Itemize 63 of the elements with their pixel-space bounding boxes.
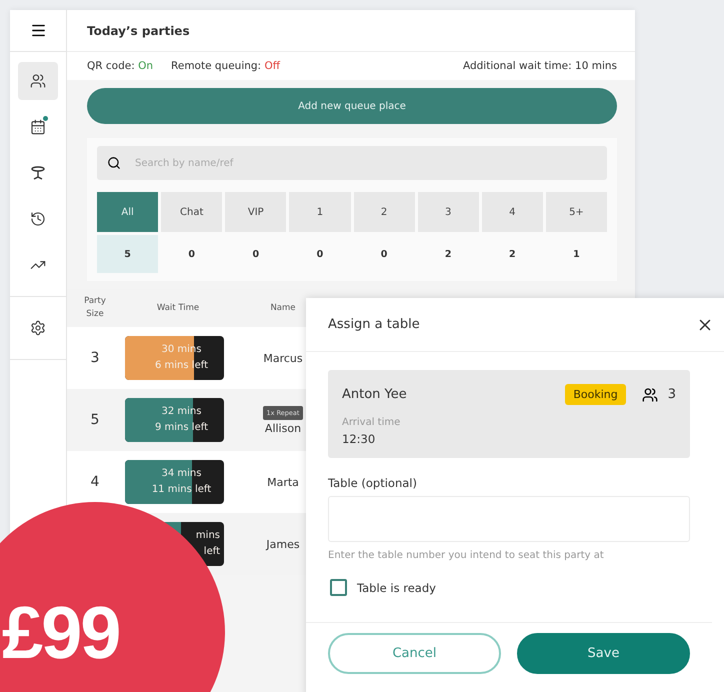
wait-time: 34 mins bbox=[162, 467, 202, 481]
menu-icon[interactable] bbox=[30, 22, 46, 39]
guest-name: James bbox=[266, 538, 300, 550]
filter-count: 0 bbox=[252, 248, 260, 262]
wait-time-value: 10 mins bbox=[575, 60, 617, 72]
table-label: Table (optional) bbox=[328, 476, 418, 490]
notification-dot bbox=[43, 116, 48, 121]
wait-time: 32 mins bbox=[162, 405, 202, 419]
ready-label: Table is ready bbox=[357, 580, 436, 594]
table-hint: Enter the table number you intend to seat this party at bbox=[328, 550, 605, 561]
column-header: Wait Time bbox=[156, 302, 200, 314]
party-size: 4 bbox=[90, 474, 100, 490]
filter-count: 2 bbox=[444, 248, 452, 262]
price-text: £99 bbox=[2, 596, 120, 670]
people-icon bbox=[642, 386, 658, 402]
wait-time-label: Additional wait time: bbox=[462, 60, 572, 72]
time-left: left bbox=[204, 545, 220, 559]
time-left: 11 mins left bbox=[152, 483, 212, 497]
sidebar-item[interactable] bbox=[18, 62, 58, 100]
time-left: 9 mins left bbox=[155, 421, 208, 435]
settings-icon bbox=[30, 320, 46, 336]
guest-name: Allison bbox=[264, 422, 302, 434]
filter-count: 0 bbox=[380, 248, 388, 262]
column-header: Party Size bbox=[83, 295, 107, 321]
qr-code-label: QR code: bbox=[87, 60, 135, 72]
page-title: Today’s parties bbox=[87, 24, 190, 38]
filter-tab[interactable]: Chat bbox=[161, 192, 222, 232]
filter-tab[interactable]: 5+ bbox=[546, 192, 607, 232]
guest-name: Marcus bbox=[263, 352, 303, 364]
filter-count: 0 bbox=[316, 248, 324, 262]
calendar-icon bbox=[30, 119, 46, 135]
search-icon bbox=[107, 156, 121, 170]
save-button[interactable]: Save bbox=[517, 633, 690, 674]
booking-tag: Booking bbox=[565, 384, 626, 405]
qr-code-status: On bbox=[138, 60, 154, 72]
filter-tab[interactable]: 4 bbox=[482, 192, 543, 232]
guest-name: Anton Yee bbox=[342, 387, 408, 402]
people-icon bbox=[30, 73, 46, 89]
arrival-time: 12:30 bbox=[342, 432, 376, 446]
history-icon bbox=[30, 211, 46, 227]
filter-tab[interactable]: VIP bbox=[225, 192, 286, 232]
search-field[interactable]: Search by name/ref bbox=[97, 146, 607, 180]
remote-queuing-status: Off bbox=[264, 60, 280, 72]
filter-tab[interactable]: 2 bbox=[354, 192, 415, 232]
dialog-title: Assign a table bbox=[328, 317, 420, 332]
filter-count: 0 bbox=[187, 248, 196, 262]
filter-count: 5 bbox=[97, 235, 158, 273]
ready-checkbox[interactable] bbox=[330, 579, 347, 596]
wait-time: mins bbox=[196, 529, 220, 543]
filter-count: 2 bbox=[508, 248, 517, 262]
column-header: Name bbox=[269, 302, 297, 314]
table-icon bbox=[30, 165, 46, 181]
party-size: 3 bbox=[90, 350, 100, 366]
filter-tab[interactable]: 1 bbox=[289, 192, 350, 232]
add-queue-button[interactable]: Add new queue place bbox=[87, 88, 617, 124]
arrival-label: Arrival time bbox=[342, 417, 402, 428]
filter-count: 1 bbox=[572, 248, 581, 262]
party-size: 5 bbox=[90, 412, 100, 428]
filter-tab[interactable]: All bbox=[97, 192, 158, 232]
guest-name: Marta bbox=[267, 476, 299, 488]
filter-tab[interactable]: 3 bbox=[418, 192, 479, 232]
party-size: 3 bbox=[668, 387, 676, 402]
remote-queuing-label: Remote queuing: bbox=[171, 60, 262, 72]
